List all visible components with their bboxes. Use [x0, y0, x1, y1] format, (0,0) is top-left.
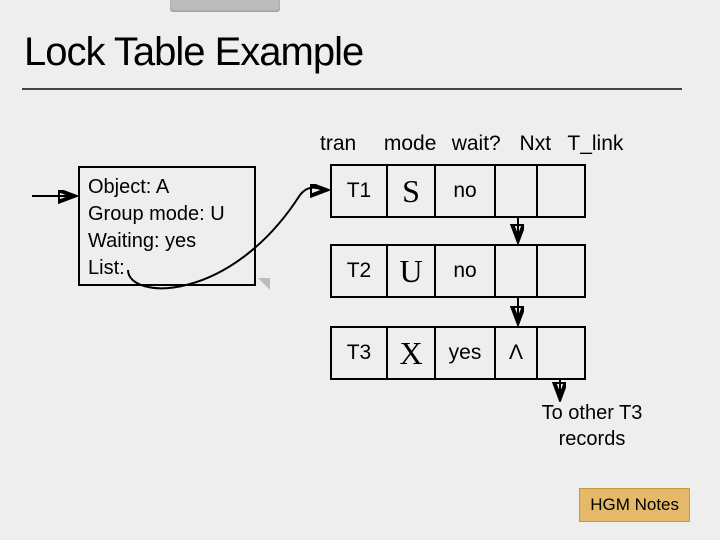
title-underline [22, 88, 682, 90]
note-line-2: records [502, 426, 682, 452]
rec3-tran: T3 [332, 328, 388, 378]
hdr-tlink: T_link [567, 132, 627, 156]
object-line-2: Group mode: U [88, 201, 246, 228]
lock-record-3: T3 X yes Λ [330, 326, 586, 380]
rec1-wait: no [436, 166, 496, 216]
rec1-nxt [496, 166, 538, 216]
object-line-4: List: [88, 255, 246, 282]
rec3-wait: yes [436, 328, 496, 378]
hdr-wait: wait? [452, 132, 514, 156]
window-grip [170, 0, 280, 12]
rec2-nxt [496, 246, 538, 296]
note-line-1: To other T3 [502, 400, 682, 426]
object-line-1: Object: A [88, 174, 246, 201]
rec1-tlink [538, 166, 584, 216]
object-header-box: Object: A Group mode: U Waiting: yes Lis… [78, 166, 256, 286]
record-headers: tran mode wait? Nxt T_link [320, 132, 627, 156]
rec3-mode: X [388, 328, 436, 378]
lock-record-1: T1 S no [330, 164, 586, 218]
rec2-tran: T2 [332, 246, 388, 296]
rec2-tlink [538, 246, 584, 296]
rec2-wait: no [436, 246, 496, 296]
lock-record-2: T2 U no [330, 244, 586, 298]
rec3-tlink [538, 328, 584, 378]
rec3-nxt: Λ [496, 328, 538, 378]
rec2-mode: U [388, 246, 436, 296]
hdr-nxt: Nxt [520, 132, 562, 156]
rec1-tran: T1 [332, 166, 388, 216]
dogear-icon [258, 278, 270, 290]
hdr-mode: mode [384, 132, 446, 156]
hdr-tran: tran [320, 132, 378, 156]
object-line-3: Waiting: yes [88, 228, 246, 255]
hgm-badge: HGM Notes [579, 488, 690, 522]
tlink-note: To other T3 records [502, 400, 682, 452]
rec1-mode: S [388, 166, 436, 216]
slide-title: Lock Table Example [24, 30, 363, 75]
